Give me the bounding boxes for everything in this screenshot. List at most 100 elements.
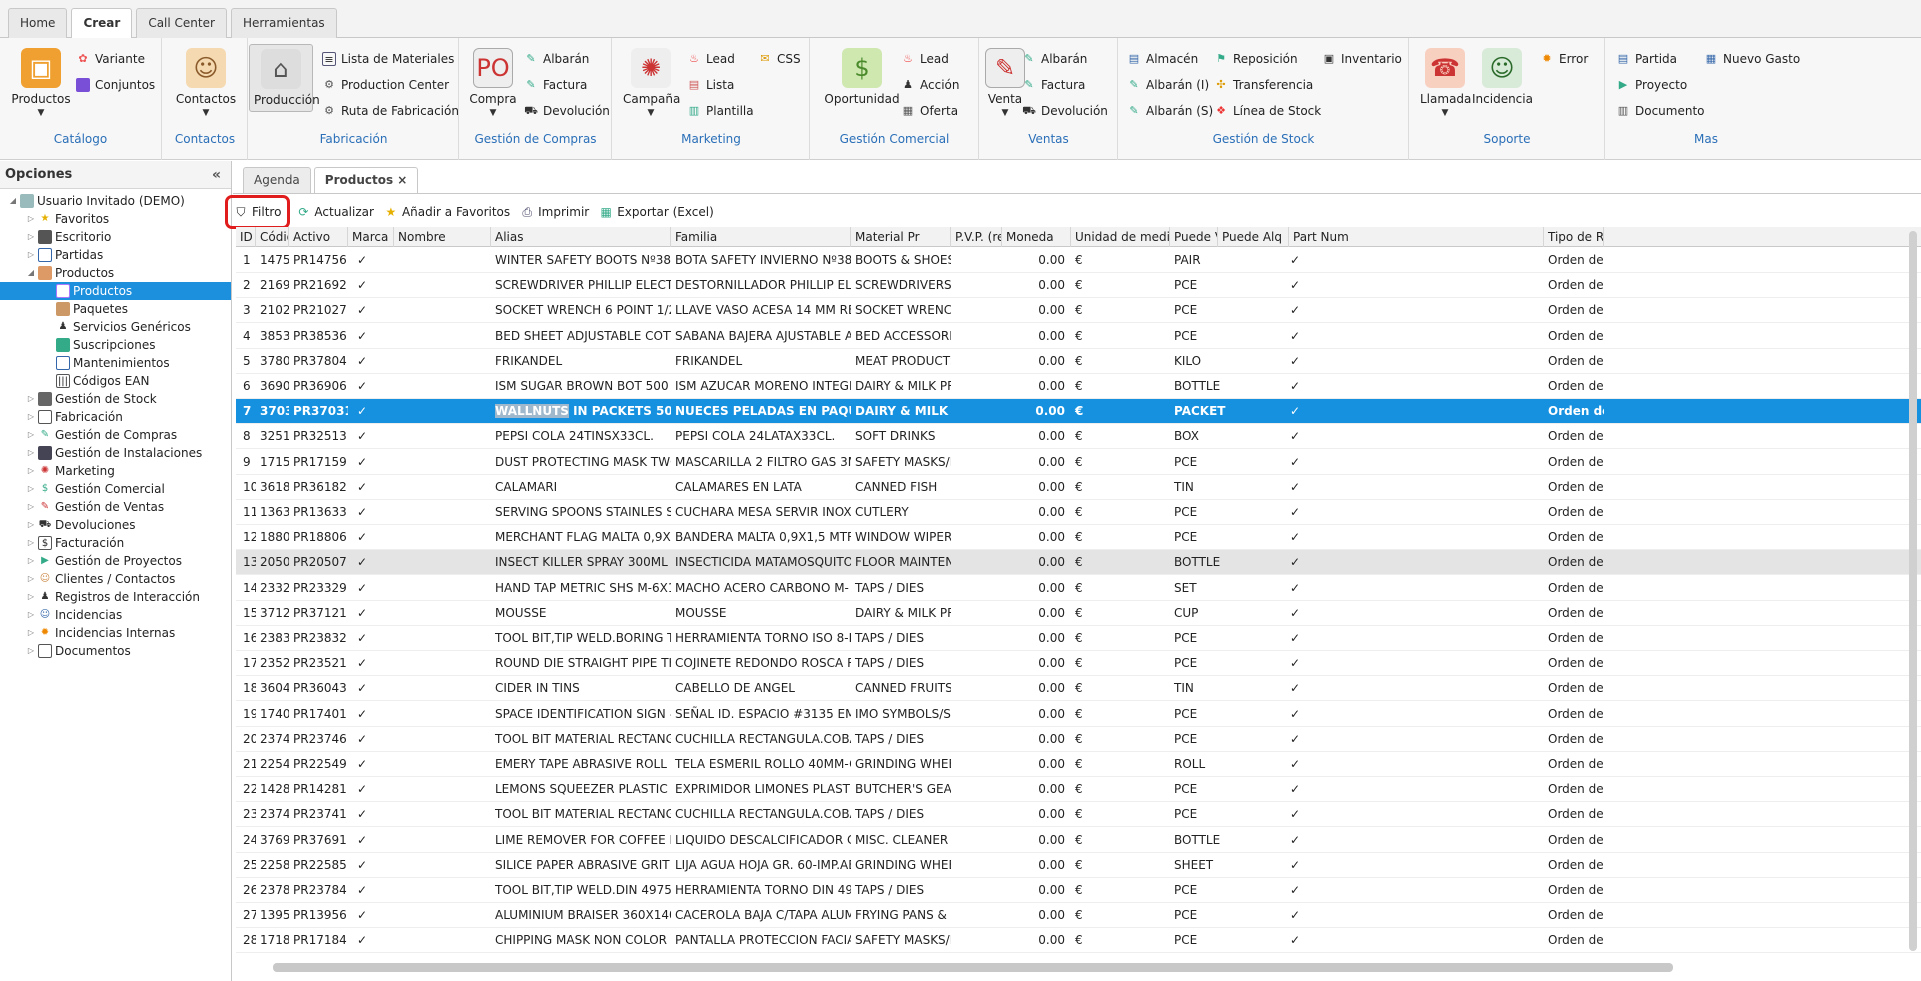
- compra-button[interactable]: PO Compra ▼: [468, 44, 518, 118]
- inventario-button[interactable]: ▣ Inventario: [1322, 49, 1402, 69]
- tab-home[interactable]: Home: [8, 8, 68, 38]
- table-row[interactable]: 28 17184 PR17184 ✓ CHIPPING MASK NON COLOR PA…: [236, 928, 1921, 954]
- vertical-scrollbar[interactable]: [1909, 231, 1917, 951]
- albaran-s-button[interactable]: ✎ Albarán (S): [1127, 101, 1213, 121]
- table-row[interactable]: 24 37691 PR37691 ✓ LIME REMOVER FOR COFFEE M…: [236, 828, 1921, 853]
- filtro-button[interactable]: ⛉ Filtro: [225, 195, 291, 229]
- comercial-oferta-button[interactable]: ▦ Oferta: [901, 101, 958, 121]
- marketing-lead-button[interactable]: ♨ Lead: [687, 49, 735, 69]
- imprimir-button[interactable]: ⎙ Imprimir: [520, 200, 589, 224]
- ruta-fabricacion-button[interactable]: ⚙ Ruta de Fabricación: [322, 101, 459, 121]
- tree-productos[interactable]: ◢ Productos: [0, 264, 231, 282]
- table-row[interactable]: 9 17159 PR17159 ✓ DUST PROTECTING MASK TWO F…: [236, 450, 1921, 475]
- tree-suscripciones[interactable]: Suscripciones: [0, 336, 231, 354]
- comercial-accion-button[interactable]: ♟ Acción: [901, 75, 959, 95]
- table-row[interactable]: 7 37031 PR37031 ✓ WALLNUTS IN PACKETS 500 GR…: [236, 399, 1921, 425]
- tree-facturacion[interactable]: ▷ $ Facturación: [0, 534, 231, 552]
- table-row[interactable]: 11 13633 PR13633 ✓ SERVING SPOONS STAINLES S…: [236, 500, 1921, 525]
- error-button[interactable]: ✹ Error: [1540, 49, 1588, 69]
- tree-gestion-ventas[interactable]: ▷ ✎ Gestión de Ventas: [0, 498, 231, 516]
- ventas-factura-button[interactable]: ✎ Factura: [1022, 75, 1085, 95]
- lista-materiales-button[interactable]: ≡ Lista de Materiales: [322, 49, 454, 69]
- tree-mantenimientos[interactable]: Mantenimientos: [0, 354, 231, 372]
- table-row[interactable]: 16 23832 PR23832 ✓ TOOL BIT,TIP WELD.BORING …: [236, 626, 1921, 651]
- almacen-button[interactable]: ▤ Almacén: [1127, 49, 1198, 69]
- comercial-lead-button[interactable]: ♨ Lead: [901, 49, 949, 69]
- column-header[interactable]: Marca: [348, 227, 394, 247]
- tree-marketing[interactable]: ▷ ✺ Marketing: [0, 462, 231, 480]
- tab-productos[interactable]: Productos ×: [313, 167, 419, 193]
- column-header[interactable]: Activo: [289, 227, 348, 247]
- tree-gestion-stock[interactable]: ▷ Gestión de Stock: [0, 390, 231, 408]
- variante-button[interactable]: ✿ Variante: [76, 49, 145, 69]
- table-row[interactable]: 27 13956 PR13956 ✓ ALUMINIUM BRAISER 360X140…: [236, 903, 1921, 929]
- conjuntos-button[interactable]: Conjuntos: [76, 75, 155, 95]
- proyecto-button[interactable]: ▶ Proyecto: [1616, 75, 1687, 95]
- tab-call-center[interactable]: Call Center: [136, 8, 227, 38]
- compras-albaran-button[interactable]: ✎ Albarán: [524, 49, 589, 69]
- marketing-plantilla-button[interactable]: ▥ Plantilla: [687, 101, 754, 121]
- marketing-css-button[interactable]: ✉ CSS: [758, 49, 800, 69]
- column-header[interactable]: Puede Alq: [1218, 227, 1289, 247]
- table-row[interactable]: 23 23741 PR23741 ✓ TOOL BIT MATERIAL RECTANG…: [236, 802, 1921, 828]
- table-row[interactable]: 21 22549 PR22549 ✓ EMERY TAPE ABRASIVE ROLL …: [236, 752, 1921, 777]
- incidencia-button[interactable]: ☺ Incidencia: [1472, 44, 1533, 106]
- produccion-button[interactable]: ⌂ Producción: [249, 44, 320, 112]
- contactos-button[interactable]: ☺ Contactos ▼: [173, 44, 239, 118]
- tree-codigos-ean[interactable]: ||| Códigos EAN: [0, 372, 231, 390]
- tree-partidas[interactable]: ▷ Partidas: [0, 246, 231, 264]
- table-row[interactable]: 25 22585 PR22585 ✓ SILICE PAPER ABRASIVE GRI…: [236, 853, 1921, 878]
- column-header[interactable]: Material Pr: [851, 227, 951, 247]
- tree-incidencias-internas[interactable]: ▷ ✹ Incidencias Internas: [0, 624, 231, 642]
- tree-favoritos[interactable]: ▷ ★ Favoritos: [0, 210, 231, 228]
- tab-herramientas[interactable]: Herramientas: [230, 8, 337, 38]
- tree-gestion-compras[interactable]: ▷ ✎ Gestión de Compras: [0, 426, 231, 444]
- exportar-button[interactable]: ▦ Exportar (Excel): [599, 200, 714, 224]
- column-header[interactable]: ID: [236, 227, 256, 247]
- tree-gestion-proyectos[interactable]: ▷ ▶ Gestión de Proyectos: [0, 552, 231, 570]
- tree-documentos[interactable]: ▷ Documentos: [0, 642, 231, 660]
- compras-devolucion-button[interactable]: ⛟ Devolución: [524, 101, 610, 121]
- production-center-button[interactable]: ⚙ Production Center: [322, 75, 449, 95]
- oportunidad-button[interactable]: $ Oportunidad: [824, 44, 900, 106]
- column-header[interactable]: P.V.P. (recomen: [951, 227, 1002, 247]
- table-row[interactable]: 26 23784 PR23784 ✓ TOOL BIT,TIP WELD.DIN 497…: [236, 878, 1921, 903]
- column-header[interactable]: Puede Ven: [1170, 227, 1218, 247]
- marketing-lista-button[interactable]: ▤ Lista: [687, 75, 735, 95]
- favoritos-button[interactable]: ★ Añadir a Favoritos: [384, 200, 511, 224]
- ventas-albaran-button[interactable]: ✎ Albarán: [1022, 49, 1087, 69]
- collapse-icon[interactable]: «: [212, 161, 221, 189]
- table-row[interactable]: 20 23746 PR23746 ✓ TOOL BIT MATERIAL RECTANG…: [236, 727, 1921, 752]
- table-row[interactable]: 2 21692 PR21692 ✓ SCREWDRIVER PHILLIP ELECTR…: [236, 273, 1921, 299]
- column-header[interactable]: Unidad de medida: [1071, 227, 1170, 247]
- table-row[interactable]: 17 23521 PR23521 ✓ ROUND DIE STRAIGHT PIPE T…: [236, 651, 1921, 677]
- tree-escritorio[interactable]: ▷ Escritorio: [0, 228, 231, 246]
- compras-factura-button[interactable]: ✎ Factura: [524, 75, 587, 95]
- table-row[interactable]: 5 37804 PR37804 ✓ FRIKANDEL FRIKANDEL MEAT PRO…: [236, 349, 1921, 374]
- horizontal-scrollbar[interactable]: [273, 963, 1673, 972]
- column-header[interactable]: Tipo de Rep: [1544, 227, 1604, 247]
- column-header[interactable]: Código: [256, 227, 289, 247]
- table-row[interactable]: 13 20507 PR20507 ✓ INSECT KILLER SPRAY 300ML…: [236, 550, 1921, 576]
- table-row[interactable]: 3 21027 PR21027 ✓ SOCKET WRENCH 6 POINT 1/2"…: [236, 298, 1921, 324]
- column-header[interactable]: Alias: [491, 227, 671, 247]
- column-header[interactable]: Nombre: [394, 227, 491, 247]
- column-header[interactable]: Familia: [671, 227, 851, 247]
- table-row[interactable]: 15 37121 PR37121 ✓ MOUSSE MOUSSE DAIRY & MILK …: [236, 601, 1921, 626]
- table-row[interactable]: 10 36182 PR36182 ✓ CALAMARI CALAMARES EN LATA…: [236, 475, 1921, 500]
- nuevo-gasto-button[interactable]: ▦ Nuevo Gasto: [1704, 49, 1800, 69]
- tree-fabricacion[interactable]: ▷ Fabricación: [0, 408, 231, 426]
- productos-button[interactable]: ▣ Productos ▼: [8, 44, 74, 118]
- table-row[interactable]: 8 32513 PR32513 ✓ PEPSI COLA 24TINSX33CL. PEP…: [236, 424, 1921, 450]
- tab-crear[interactable]: Crear: [71, 8, 133, 39]
- table-row[interactable]: 1 14756 PR14756 ✓ WINTER SAFETY BOOTS Nº38 BO…: [236, 248, 1921, 273]
- actualizar-button[interactable]: ⟳ Actualizar: [296, 200, 374, 224]
- linea-stock-button[interactable]: ❖ Línea de Stock: [1214, 101, 1321, 121]
- ventas-devolucion-button[interactable]: ⛟ Devolución: [1022, 101, 1108, 121]
- documento-button[interactable]: ▥ Documento: [1616, 101, 1705, 121]
- tree-servicios[interactable]: ♟ Servicios Genéricos: [0, 318, 231, 336]
- campana-button[interactable]: ✺ Campaña ▼: [623, 44, 680, 118]
- tab-agenda[interactable]: Agenda: [243, 167, 311, 193]
- reposicion-button[interactable]: ⚑ Reposición: [1214, 49, 1298, 69]
- tree-clientes[interactable]: ▷ ☺ Clientes / Contactos: [0, 570, 231, 588]
